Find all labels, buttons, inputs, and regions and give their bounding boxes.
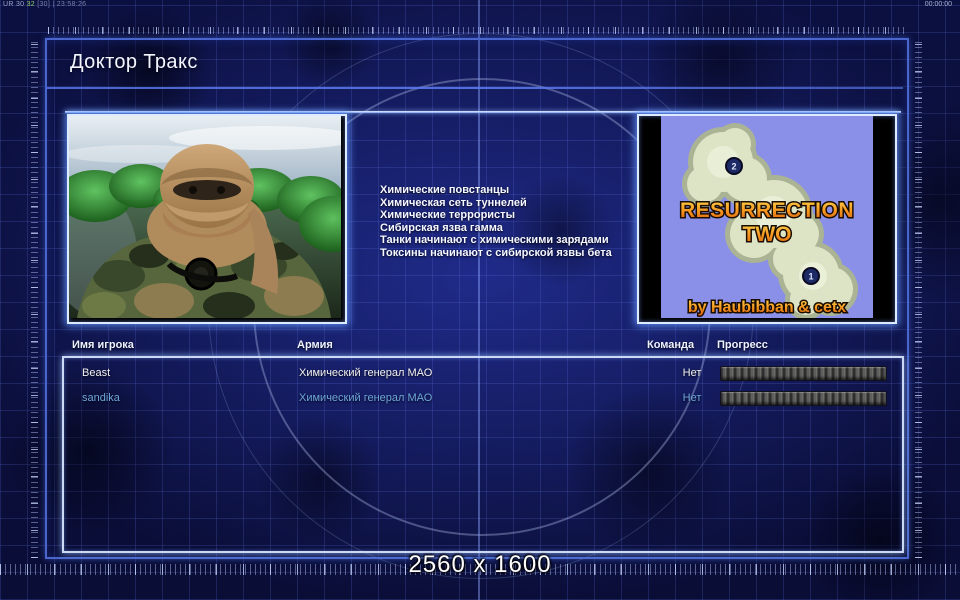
ability-item: Химические повстанцы [380, 184, 510, 196]
ability-item: Токсины начинают с сибирской язвы бета [380, 246, 612, 259]
map-title-line1: RESURRECTION [680, 199, 854, 222]
ability-item: Сибирская язва гамма [380, 221, 503, 234]
map-preview: 2 1 RESURRECTION TWO by Haubibban & cetx [637, 114, 897, 324]
player-army: Химический генерал МАО [299, 367, 433, 379]
player-list: Beast Химический генерал МАО Нет sandika… [62, 356, 904, 553]
loading-screen: UR 30 32 [30] | 23:58:26 00:00:00 Доктор… [0, 0, 960, 600]
game-timer: 00:00:00 [924, 1, 952, 8]
header-army: Армия [297, 339, 333, 351]
ruler-ticks-left [31, 40, 38, 558]
load-progress-bar [720, 366, 887, 381]
map-credit: by Haubibban & cetx [688, 299, 846, 316]
ability-item: Танки начинают с химическими зарядами [380, 234, 609, 247]
player-army: Химический генерал МАО [299, 392, 433, 404]
header-progress: Прогресс [717, 339, 768, 351]
ruler-ticks-right [915, 40, 922, 558]
ability-list: Химические повстанцы Химическая сеть тун… [380, 184, 612, 260]
main-panel: Доктор Тракс Химические повстанцы Химиче… [45, 38, 909, 559]
ability-item: Химические террористы [380, 209, 515, 222]
status-bar: UR 30 32 [30] | 23:58:26 00:00:00 [0, 0, 960, 11]
bright-divider-line [65, 111, 901, 113]
portrait-art [69, 116, 341, 318]
load-progress-bar [720, 391, 887, 406]
player-row: Beast Химический генерал МАО Нет [64, 364, 898, 384]
ruler-ticks-top [48, 27, 906, 34]
player-row: sandika Химический генерал МАО Нет [64, 389, 898, 409]
player-name: sandika [82, 392, 120, 404]
ability-item: Химическая сеть туннелей [380, 196, 527, 209]
map-thumbnail: 2 1 RESURRECTION TWO by Haubibban & cetx [661, 116, 873, 318]
player-name: Beast [82, 367, 111, 379]
resolution-label: 2560 x 1600 [408, 551, 552, 578]
marker-1: 1 [808, 272, 813, 282]
map-title-line2: TWO [743, 223, 792, 246]
title-separator [47, 87, 903, 89]
stats-left: UR 30 [3, 1, 25, 8]
general-title: Доктор Тракс [70, 51, 198, 73]
network-stats: UR 30 32 [30] | 23:58:26 [3, 0, 86, 10]
header-player-name: Имя игрока [72, 339, 134, 351]
marker-2: 2 [731, 162, 736, 172]
header-team: Команда [647, 339, 695, 351]
stats-fps: 32 [26, 1, 35, 8]
stats-right: [30] | 23:58:26 [37, 1, 87, 8]
general-portrait [67, 114, 347, 324]
